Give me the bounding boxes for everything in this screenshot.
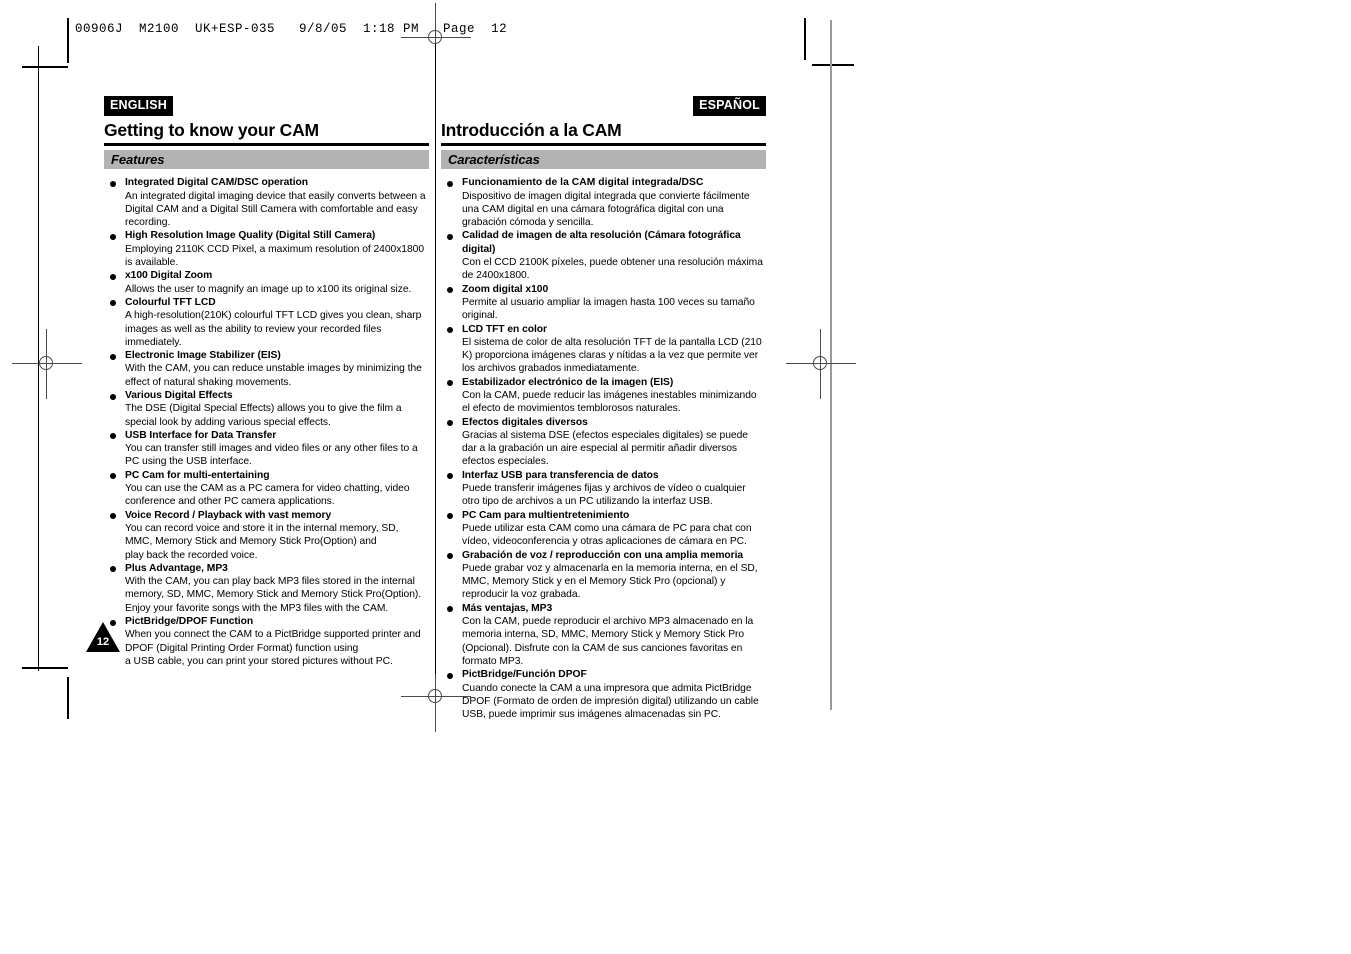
feature-heading: Calidad de imagen de alta resolución (Cá… bbox=[462, 230, 741, 255]
feature-description: You can use the CAM as a PC camera for v… bbox=[125, 483, 410, 508]
english-tag-row: ENGLISH bbox=[104, 96, 429, 116]
feature-heading: Voice Record / Playback with vast memory bbox=[125, 509, 332, 521]
feature-description: Employing 2110K CCD Pixel, a maximum res… bbox=[125, 243, 425, 269]
manual-page: ENGLISH Getting to know your CAM Feature… bbox=[104, 96, 766, 721]
feature-description: Gracias al sistema DSE (efectos especial… bbox=[462, 429, 748, 468]
feature-heading: Más ventajas, MP3 bbox=[462, 602, 553, 614]
crop-mark-top-left-horizontal bbox=[22, 66, 68, 68]
section-title-english: Features bbox=[111, 152, 165, 168]
page-number-badge: 12 bbox=[86, 622, 120, 652]
slug-line: 00906J M2100 UK+ESP-035 9/8/05 1:18 PM P… bbox=[75, 22, 508, 36]
crop-mark-top-right-vertical bbox=[804, 18, 806, 60]
feature-item: Integrated Digital CAM/DSC operation An i… bbox=[104, 176, 429, 229]
feature-description: Puede grabar voz y almacenarla en la mem… bbox=[462, 562, 758, 601]
feature-item: USB Interface for Data Transfer You can t… bbox=[104, 429, 429, 469]
chapter-title-spanish: Introducción a la CAM bbox=[441, 120, 622, 140]
language-badge-spanish: ESPAÑOL bbox=[693, 96, 766, 116]
feature-item: Colourful TFT LCD A high-resolution(210K)… bbox=[104, 296, 429, 349]
feature-heading: PC Cam para multientretenimiento bbox=[462, 509, 630, 521]
feature-heading: Estabilizador electrónico de la imagen (… bbox=[462, 376, 674, 388]
feature-item: Electronic Image Stabilizer (EIS) With th… bbox=[104, 349, 429, 389]
crop-mark-top-right-horizontal bbox=[812, 64, 854, 66]
feature-description: You can record voice and store it in the… bbox=[125, 522, 399, 561]
feature-heading: Grabación de voz / reproducción con una … bbox=[462, 549, 744, 561]
feature-description: You can transfer still images and video … bbox=[125, 443, 418, 468]
feature-description: Permite al usuario ampliar la imagen has… bbox=[462, 296, 755, 322]
title-rule-spanish bbox=[441, 143, 766, 147]
feature-description: Con el CCD 2100K píxeles, puede obtener … bbox=[462, 257, 763, 282]
feature-heading: USB Interface for Data Transfer bbox=[125, 429, 277, 441]
feature-item: LCD TFT en color El sistema de color de a… bbox=[441, 323, 766, 376]
feature-heading: Funcionamiento de la CAM digital integra… bbox=[462, 177, 704, 189]
feature-item: PC Cam para multientretenimiento Puede ut… bbox=[441, 509, 766, 549]
feature-description: With the CAM, you can play back MP3 file… bbox=[125, 576, 422, 614]
section-bar-spanish: Características bbox=[441, 150, 766, 170]
registration-mark-right bbox=[786, 329, 856, 399]
section-bar-english: Features bbox=[104, 150, 429, 170]
feature-item: PictBridge/Función DPOF Cuando conecte la… bbox=[441, 668, 766, 721]
feature-heading: Various Digital Effects bbox=[125, 390, 233, 401]
feature-item: Funcionamiento de la CAM digital integra… bbox=[441, 176, 766, 229]
feature-item: Zoom digital x100 Permite al usuario ampl… bbox=[441, 283, 766, 323]
title-rule-english bbox=[104, 143, 429, 147]
feature-heading: Integrated Digital CAM/DSC operation bbox=[125, 177, 308, 189]
feature-description: Cuando conecte la CAM a una impresora qu… bbox=[462, 682, 759, 721]
feature-description: The DSE (Digital Special Effects) allows… bbox=[125, 403, 402, 428]
column-container: ENGLISH Getting to know your CAM Feature… bbox=[104, 96, 766, 721]
feature-heading: PictBridge/Función DPOF bbox=[462, 669, 587, 681]
feature-description: Dispositivo de imagen digital integrada … bbox=[462, 190, 750, 229]
feature-heading: Colourful TFT LCD bbox=[125, 296, 216, 308]
page-number-text: 12 bbox=[96, 636, 110, 648]
feature-item: Calidad de imagen de alta resolución (Cá… bbox=[441, 229, 766, 282]
column-spanish: ESPAÑOL Introducción a la CAM Caracterís… bbox=[441, 96, 766, 721]
feature-item: Estabilizador electrónico de la imagen (… bbox=[441, 376, 766, 416]
feature-heading: Efectos digitales diversos bbox=[462, 416, 588, 428]
feature-description: A high-resolution(210K) colourful TFT LC… bbox=[125, 310, 422, 348]
feature-item: x100 Digital Zoom Allows the user to magn… bbox=[104, 269, 429, 296]
feature-description: El sistema de color de alta resolución T… bbox=[462, 336, 762, 375]
feature-description: Allows the user to magnify an image up t… bbox=[125, 283, 412, 295]
feature-heading: x100 Digital Zoom bbox=[125, 270, 213, 282]
spanish-tag-row: ESPAÑOL bbox=[441, 96, 766, 116]
feature-item: Voice Record / Playback with vast memory… bbox=[104, 509, 429, 562]
feature-description: An integrated digital imaging device tha… bbox=[125, 190, 426, 229]
feature-item: PC Cam for multi-entertaining You can use… bbox=[104, 469, 429, 509]
feature-heading: LCD TFT en color bbox=[462, 323, 548, 335]
feature-item: Más ventajas, MP3 Con la CAM, puede repro… bbox=[441, 602, 766, 668]
feature-heading: High Resolution Image Quality (Digital S… bbox=[125, 230, 376, 242]
crop-mark-bottom-left-vertical bbox=[67, 677, 69, 719]
section-title-spanish: Características bbox=[448, 152, 540, 168]
feature-heading: Plus Advantage, MP3 bbox=[125, 562, 228, 574]
feature-description: With the CAM, you can reduce unstable im… bbox=[125, 363, 422, 388]
feature-item: PictBridge/DPOF Function When you connect… bbox=[104, 615, 429, 668]
feature-item: Grabación de voz / reproducción con una … bbox=[441, 549, 766, 602]
feature-item: Interfaz USB para transferencia de datos… bbox=[441, 469, 766, 509]
feature-item: Efectos digitales diversos Gracias al sis… bbox=[441, 416, 766, 469]
crop-mark-bottom-left-horizontal bbox=[22, 667, 68, 669]
language-badge-english: ENGLISH bbox=[104, 96, 173, 116]
feature-heading: Zoom digital x100 bbox=[462, 283, 549, 295]
feature-heading: Electronic Image Stabilizer (EIS) bbox=[125, 350, 281, 362]
crop-mark-top-left-vertical bbox=[67, 18, 69, 63]
feature-item: Various Digital Effects The DSE (Digital … bbox=[104, 389, 429, 429]
feature-heading: PictBridge/DPOF Function bbox=[125, 616, 254, 628]
chapter-title-english: Getting to know your CAM bbox=[104, 120, 319, 140]
feature-item: High Resolution Image Quality (Digital S… bbox=[104, 229, 429, 269]
feature-description: Con la CAM, puede reducir las imágenes i… bbox=[462, 390, 757, 415]
feature-list-english: Integrated Digital CAM/DSC operation An i… bbox=[104, 176, 429, 668]
feature-description: Con la CAM, puede reproducir el archivo … bbox=[462, 616, 754, 667]
feature-list-spanish: Funcionamiento de la CAM digital integra… bbox=[441, 176, 766, 721]
feature-description: Puede utilizar esta CAM como una cámara … bbox=[462, 522, 752, 548]
feature-description: Puede transferir imágenes fijas y archiv… bbox=[462, 483, 746, 508]
column-english: ENGLISH Getting to know your CAM Feature… bbox=[104, 96, 429, 721]
feature-description: When you connect the CAM to a PictBridge… bbox=[125, 629, 421, 667]
feature-heading: PC Cam for multi-entertaining bbox=[125, 469, 270, 481]
registration-mark-left bbox=[12, 329, 82, 399]
feature-heading: Interfaz USB para transferencia de datos bbox=[462, 469, 659, 481]
feature-item: Plus Advantage, MP3 With the CAM, you can… bbox=[104, 562, 429, 615]
